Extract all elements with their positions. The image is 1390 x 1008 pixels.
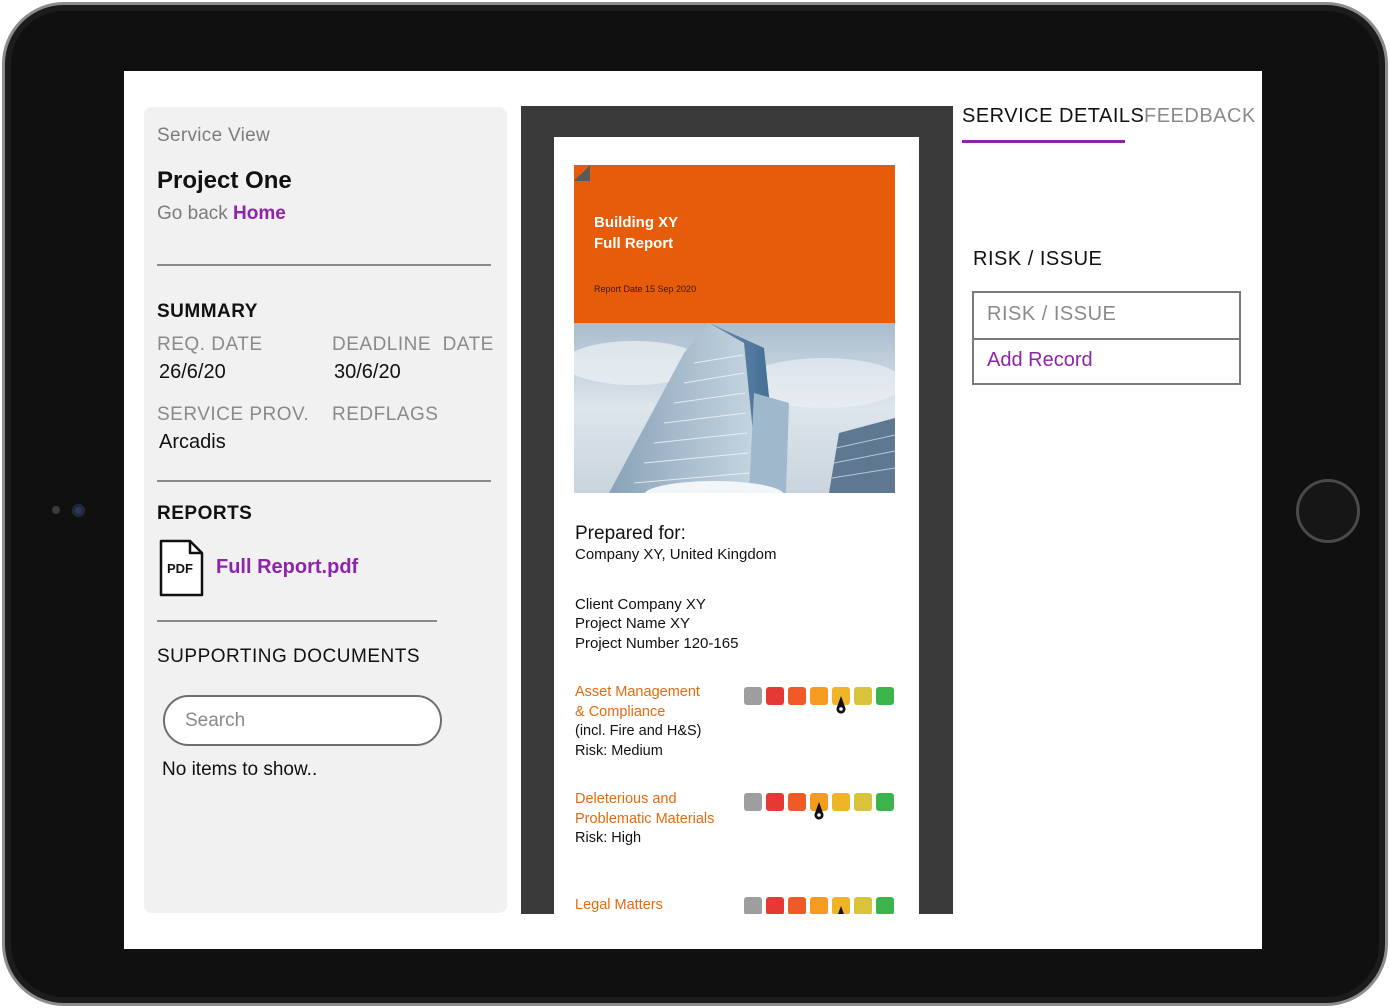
empty-state-text: No items to show..: [162, 759, 318, 780]
risk-issue-column-header: RISK / ISSUE: [987, 303, 1117, 325]
project-name-line: Project Name XY: [575, 615, 691, 632]
service-prov-value: Arcadis: [159, 431, 226, 453]
risk-level-text: Risk: Medium: [575, 742, 663, 759]
document-viewer[interactable]: Building XY Full Report Report Date 15 S…: [521, 106, 953, 914]
risk-scale-square: [788, 897, 806, 914]
risk-pointer-icon: [838, 906, 844, 914]
risk-issue-table: RISK / ISSUE Add Record: [972, 291, 1241, 385]
divider: [157, 264, 491, 266]
go-back-text: Go back: [157, 203, 228, 224]
client-line: Client Company XY: [575, 596, 706, 613]
reports-heading: REPORTS: [157, 503, 253, 524]
risk-scale-square: [876, 793, 894, 811]
risk-scale-square: [766, 793, 784, 811]
risk-item-name: Deleterious and Problematic Materials: [575, 790, 714, 829]
risk-scale: [744, 687, 896, 714]
risk-scale-square: [810, 897, 828, 914]
risk-item-name: Asset Management & Compliance: [575, 683, 700, 722]
risk-pointer-icon: [836, 696, 846, 714]
risk-scale: [744, 897, 896, 914]
deadline-date-label: DEADLINE DATE: [332, 334, 494, 355]
risk-level-text: Risk: High: [575, 830, 642, 846]
risk-name-line: Deleterious and: [575, 791, 677, 807]
project-number-line: Project Number 120-165: [575, 635, 739, 652]
tab-feedback[interactable]: FEEDBACK: [1144, 105, 1256, 128]
pdf-file-icon[interactable]: PDF: [158, 539, 204, 597]
risk-issue-heading: RISK / ISSUE: [973, 248, 1103, 270]
req-date-value: 26/6/20: [159, 361, 226, 383]
risk-name-line: & Compliance: [575, 703, 666, 720]
page-title: Project One: [157, 167, 292, 194]
risk-name-line: Legal Matters: [575, 897, 663, 913]
full-report-link[interactable]: Full Report.pdf: [216, 556, 358, 579]
risk-scale-square: [832, 793, 850, 811]
risk-scale-square: [854, 897, 872, 914]
camera-icon: [72, 504, 85, 517]
building-photo: [574, 323, 895, 493]
risk-detail-line: (incl. Fire and H&S): [575, 723, 702, 739]
risk-item-detail: (incl. Fire and H&S) Risk: Medium: [575, 722, 702, 761]
go-back-row: Go back Home: [157, 203, 286, 225]
cover-title: Building XY Full Report: [594, 212, 678, 254]
risk-scale-square: [810, 687, 828, 705]
document-page: Building XY Full Report Report Date 15 S…: [554, 137, 919, 914]
pdf-icon-text: PDF: [167, 561, 193, 576]
tab-service-details[interactable]: SERVICE DETAILS: [962, 105, 1144, 128]
screen: Service View Project One Go back Home SU…: [124, 71, 1262, 949]
risk-scale-square: [876, 687, 894, 705]
risk-scale-square: [766, 897, 784, 914]
active-tab-indicator: [962, 140, 1125, 143]
home-link[interactable]: Home: [233, 203, 286, 224]
cover-title-line2: Full Report: [594, 235, 674, 252]
risk-scale-square: [766, 687, 784, 705]
service-sidebar: Service View Project One Go back Home SU…: [144, 107, 507, 913]
risk-scale: [744, 793, 896, 820]
redflags-label: REDFLAGS: [332, 404, 439, 425]
risk-scale-square: [744, 687, 762, 705]
prepared-for-value: Company XY, United Kingdom: [575, 546, 777, 563]
home-button[interactable]: [1296, 479, 1360, 543]
page-fold-icon: [574, 165, 590, 181]
service-view-label: Service View: [157, 125, 271, 146]
risk-scale-square: [744, 897, 762, 914]
risk-name-line: Asset Management: [575, 684, 700, 700]
divider: [157, 620, 437, 622]
report-cover: Building XY Full Report Report Date 15 S…: [574, 165, 895, 323]
search-input[interactable]: [163, 695, 442, 746]
risk-scale-square: [788, 793, 806, 811]
cover-title-line1: Building XY: [594, 214, 679, 231]
service-prov-label: SERVICE PROV.: [157, 404, 310, 425]
risk-item-name: Legal Matters: [575, 896, 663, 914]
risk-scale-square: [854, 687, 872, 705]
req-date-label: REQ. DATE: [157, 334, 263, 355]
risk-item-detail: Risk: High: [575, 829, 641, 849]
risk-scale-square: [788, 687, 806, 705]
risk-scale-square: [876, 897, 894, 914]
risk-scale-square: [744, 793, 762, 811]
risk-name-line: Problematic Materials: [575, 810, 715, 827]
supporting-documents-heading: SUPPORTING DOCUMENTS: [157, 646, 421, 667]
deadline-date-value: 30/6/20: [334, 361, 401, 383]
divider: [157, 480, 491, 482]
summary-heading: SUMMARY: [157, 301, 258, 322]
cover-date: Report Date 15 Sep 2020: [594, 284, 697, 294]
risk-pointer-icon: [814, 802, 824, 820]
table-header-row: RISK / ISSUE: [974, 293, 1239, 340]
sensor-dot: [52, 506, 60, 514]
risk-scale-square: [854, 793, 872, 811]
prepared-for-heading: Prepared for:: [575, 523, 686, 544]
add-record-link[interactable]: Add Record: [987, 349, 1093, 372]
